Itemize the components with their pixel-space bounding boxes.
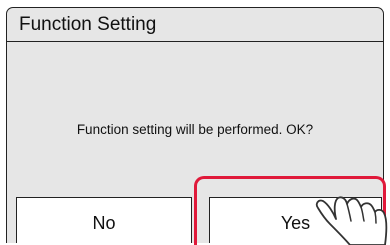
function-setting-screen: Function Setting Function setting will b… <box>6 7 384 243</box>
yes-button[interactable]: Yes <box>209 197 382 243</box>
screen-header: Function Setting <box>7 8 383 42</box>
screen-title: Function Setting <box>19 14 157 35</box>
yes-button-label: Yes <box>280 212 311 233</box>
confirmation-message: Function setting will be performed. OK? <box>76 122 314 137</box>
no-button[interactable]: No <box>16 197 192 243</box>
no-button-label: No <box>92 212 116 233</box>
